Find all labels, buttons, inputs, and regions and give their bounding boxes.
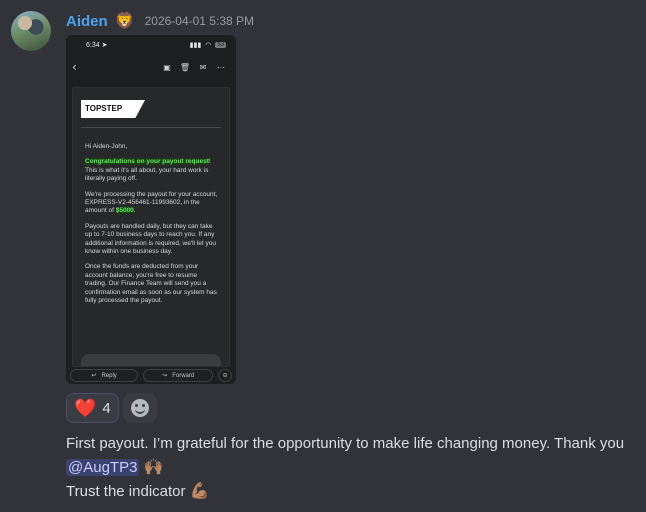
- message-line-3: Trust the indicator 💪🏽: [66, 483, 210, 500]
- email-paragraph-1: Congratulations on your payout request! …: [85, 158, 211, 183]
- reaction-count: 4: [102, 399, 111, 417]
- payout-amount: $5000: [115, 207, 134, 215]
- username[interactable]: Aiden: [66, 13, 108, 30]
- message-content: First payout. I’m grateful for the oppor…: [66, 432, 642, 504]
- heart-emoji-icon: ❤️: [74, 397, 97, 419]
- flexed-biceps-emoji-icon: 💪🏽: [189, 483, 210, 500]
- phone-status-bar: 6:34 ➤ ▮▮▮ ◠ 53: [66, 35, 236, 55]
- signal-icon: ▮▮▮: [189, 42, 202, 49]
- divider: [81, 127, 221, 128]
- message-line-2: @AugTP3 🙌🏽: [66, 456, 642, 480]
- forward-icon: ↪: [162, 373, 168, 379]
- raised-hands-emoji-icon: 🙌🏽: [143, 459, 164, 476]
- email-footer-card: [81, 354, 221, 366]
- reactions-bar: ❤️ 4: [66, 393, 157, 423]
- message-line-1: First payout. I’m grateful for the oppor…: [66, 435, 625, 452]
- status-time: 6:34 ➤: [86, 42, 108, 49]
- reply-button: ↩ Reply: [70, 369, 139, 382]
- email-paragraph-2: We're processing the payout for your acc…: [85, 190, 218, 215]
- add-reaction-button[interactable]: [122, 393, 157, 423]
- mail-icon: ✉: [199, 62, 207, 72]
- email-paragraph-4: Once the funds are deducted from your ac…: [85, 263, 217, 305]
- message-header: Aiden 🦁 2026-04-01 5:38 PM: [66, 11, 254, 31]
- user-avatar[interactable]: [11, 11, 51, 51]
- archive-icon: ▣: [163, 62, 171, 72]
- mail-toolbar: ‹ ▣ 🗑 ✉ ⋯: [66, 55, 236, 79]
- wifi-icon: ◠: [205, 42, 212, 49]
- more-options-icon: ⊝: [218, 369, 233, 382]
- email-greeting: Hi Aiden-John,: [85, 143, 128, 150]
- email-paragraph-3: Payouts are handled daily, but they can …: [85, 222, 216, 256]
- trash-icon: 🗑: [179, 62, 191, 72]
- email-preview: TOPSTEP Hi Aiden-John, Congratulations o…: [72, 87, 230, 367]
- email-body: Hi Aiden-John, Congratulations on your p…: [85, 143, 219, 313]
- more-icon: ⋯: [217, 62, 225, 72]
- reply-icon: ↩: [91, 373, 97, 379]
- topstep-logo: TOPSTEP: [81, 100, 145, 118]
- message-timestamp[interactable]: 2026-04-01 5:38 PM: [145, 14, 254, 28]
- lion-emoji-icon: 🦁: [114, 11, 135, 30]
- mail-action-bar: ↩ Reply ↪ Forward ⊝: [66, 367, 236, 384]
- user-mention[interactable]: @AugTP3: [66, 459, 140, 476]
- image-attachment[interactable]: 6:34 ➤ ▮▮▮ ◠ 53 ‹ ▣ 🗑 ✉ ⋯ TOPSTEP Hi Aid…: [66, 35, 236, 384]
- smiley-add-icon: [130, 399, 149, 417]
- back-chevron-icon: ‹: [72, 60, 77, 74]
- reaction-heart[interactable]: ❤️ 4: [66, 393, 119, 423]
- forward-button: ↪ Forward: [143, 369, 214, 382]
- battery-icon: 53: [215, 42, 226, 48]
